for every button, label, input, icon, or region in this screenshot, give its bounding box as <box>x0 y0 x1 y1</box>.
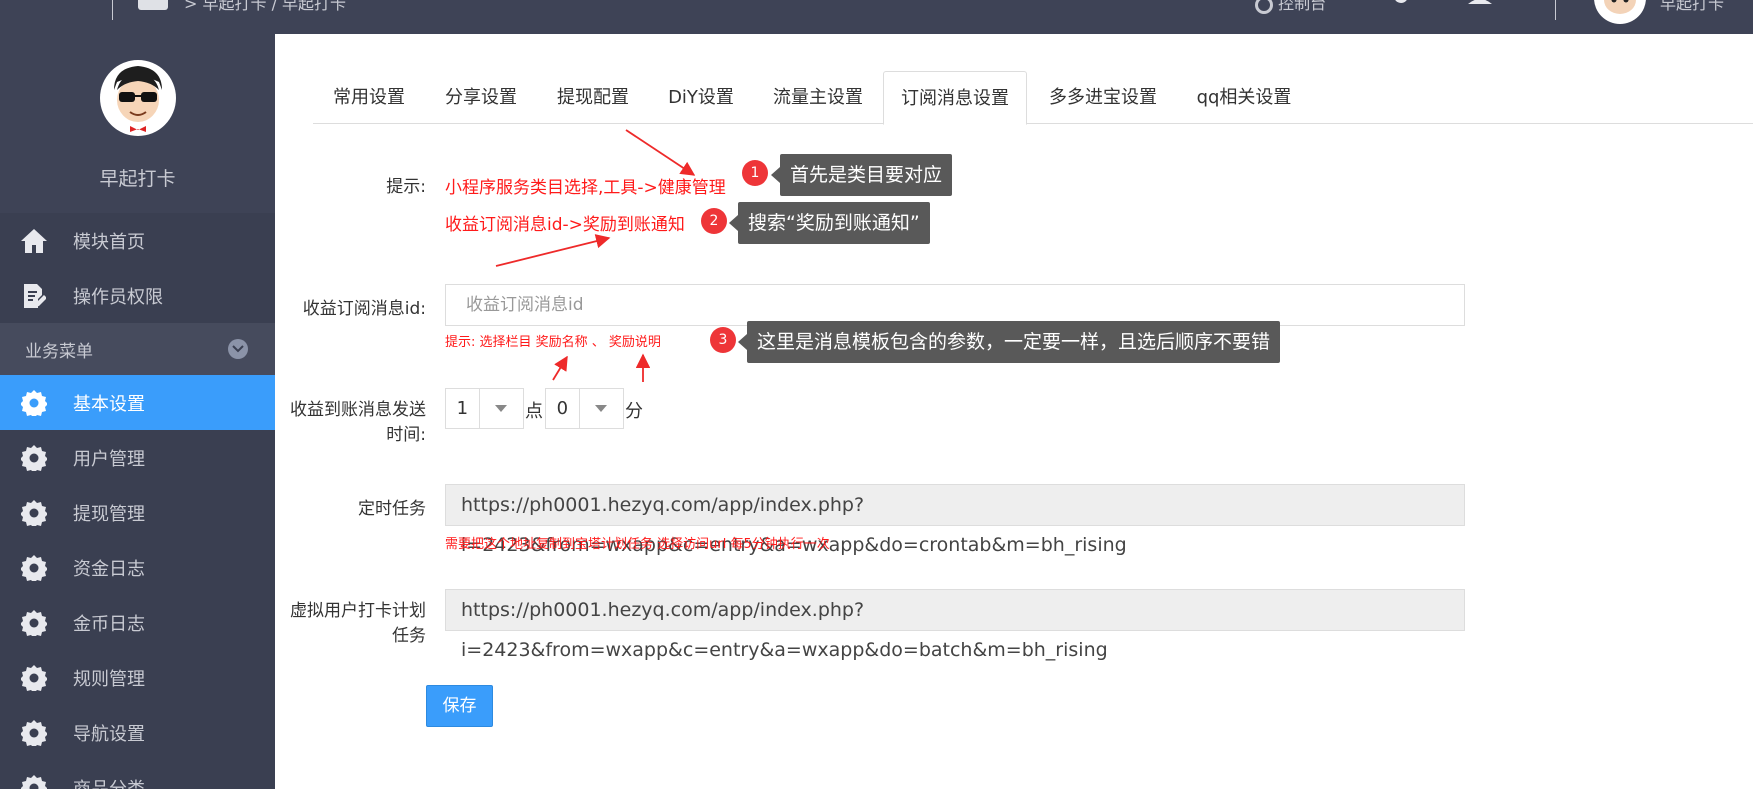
tip-line-2: 收益订阅消息id->奖励到账通知 <box>445 215 685 235</box>
sidebar-item-coin-log[interactable]: 金币日志 <box>0 595 275 650</box>
sidebar-item-label: 基本设置 <box>73 393 145 415</box>
annotation-badge-1: 1 <box>742 160 768 186</box>
tab-qq-settings[interactable]: qq相关设置 <box>1179 71 1309 125</box>
console-label: 控制台 <box>1278 0 1327 13</box>
sidebar-item-label: 操作员权限 <box>73 286 163 308</box>
gear-icon <box>19 443 49 473</box>
sidebar-item-product-category[interactable]: 商品分类 <box>0 760 275 789</box>
annotation-callout-2: 搜索“奖励到账通知” <box>729 202 930 244</box>
tip-label: 提示: <box>386 177 426 197</box>
brand-name: 早起打卡 <box>99 168 176 190</box>
sub-id-hint: 提示: 选择栏目 奖励名称 、 奖励说明 <box>445 335 661 350</box>
tab-traffic-settings[interactable]: 流量主设置 <box>753 71 883 125</box>
sidebar-item-label: 提现管理 <box>73 503 145 525</box>
sidebar-item-label: 金币日志 <box>73 613 145 635</box>
caret-down-icon <box>480 389 523 428</box>
virtual-task-url-field[interactable]: https://ph0001.hezyq.com/app/index.php?i… <box>445 589 1465 661</box>
minute-unit: 分 <box>625 401 643 422</box>
top-bar: > 早起打卡 / 早起打卡 控制台 早起打卡 <box>0 0 1753 34</box>
topbar-divider <box>1555 0 1556 20</box>
tab-diy-settings[interactable]: DiY设置 <box>649 71 753 125</box>
annotation-callout-1: 首先是类目要对应 <box>770 154 953 196</box>
annotation-badge-3: 3 <box>710 327 736 353</box>
console-link[interactable]: 控制台 <box>1255 0 1326 14</box>
gear-icon <box>19 718 49 748</box>
tab-subscribe-message-settings[interactable]: 订阅消息设置 <box>883 71 1027 125</box>
gear-icon <box>19 773 49 789</box>
edit-doc-icon <box>19 281 49 311</box>
cron-url-field[interactable]: https://ph0001.hezyq.com/app/index.php?i… <box>445 484 1465 556</box>
user-menu-icon[interactable] <box>1468 0 1508 14</box>
bell-icon[interactable] <box>1390 0 1424 14</box>
cron-hint: 需要把这个地址复制到宝塔计划任务 选择访问url 每5分钟执行一次 <box>445 537 830 552</box>
sidebar-item-label: 用户管理 <box>73 448 145 470</box>
caret-down-icon <box>580 389 623 428</box>
avatar[interactable] <box>100 60 176 136</box>
sidebar-item-label: 商品分类 <box>73 778 145 789</box>
sub-id-placeholder: 收益订阅消息id <box>466 295 584 315</box>
topbar-divider <box>112 0 113 20</box>
sidebar-item-basic-settings[interactable]: 基本设置 <box>0 375 275 430</box>
gear-icon <box>19 498 49 528</box>
virtual-task-label: 虚拟用户打卡计划任务 <box>290 601 426 646</box>
sidebar-item-label: 导航设置 <box>73 723 145 745</box>
sidebar-section-business-menu[interactable]: 业务菜单 <box>0 323 275 375</box>
user-avatar[interactable] <box>1594 0 1646 24</box>
sidebar-profile: 早起打卡 <box>0 34 275 213</box>
annotation-callout-3: 这里是消息模板包含的参数，一定要一样，且选后顺序不要错 <box>737 321 1281 363</box>
sidebar-item-label: 规则管理 <box>73 668 145 690</box>
hour-value: 1 <box>446 389 480 428</box>
sidebar-item-label: 资金日志 <box>73 558 145 580</box>
dashboard-icon <box>1255 0 1273 14</box>
send-time-label: 收益到账消息发送时间: <box>290 400 426 445</box>
gear-icon <box>19 608 49 638</box>
minute-value: 0 <box>546 389 580 428</box>
section-label: 业务菜单 <box>25 341 93 362</box>
gear-icon <box>19 663 49 693</box>
home-icon <box>19 226 49 256</box>
sidebar-item-fund-log[interactable]: 资金日志 <box>0 540 275 595</box>
minute-select[interactable]: 0 <box>545 388 624 429</box>
main-content: 常用设置 分享设置 提现配置 DiY设置 流量主设置 订阅消息设置 多多进宝设置… <box>275 34 1753 789</box>
hour-select[interactable]: 1 <box>445 388 524 429</box>
gear-icon <box>19 388 49 418</box>
chevron-down-icon[interactable] <box>228 339 248 359</box>
sidebar-item-rule-management[interactable]: 规则管理 <box>0 650 275 705</box>
sub-id-label: 收益订阅消息id: <box>302 299 426 319</box>
hour-unit: 点 <box>525 401 543 422</box>
sidebar-item-nav-settings[interactable]: 导航设置 <box>0 705 275 760</box>
user-name[interactable]: 早起打卡 <box>1660 0 1724 14</box>
breadcrumb: > 早起打卡 / 早起打卡 <box>184 0 347 13</box>
annotation-badge-2: 2 <box>701 208 727 234</box>
tip-line-1: 小程序服务类目选择,工具->健康管理 <box>445 178 726 198</box>
sidebar-item-withdraw-management[interactable]: 提现管理 <box>0 485 275 540</box>
sidebar-item-user-management[interactable]: 用户管理 <box>0 430 275 485</box>
sidebar-item-operator-permissions[interactable]: 操作员权限 <box>0 268 275 323</box>
cron-label: 定时任务 <box>358 499 426 519</box>
sub-id-input[interactable]: 收益订阅消息id <box>445 284 1465 326</box>
tab-common-settings[interactable]: 常用设置 <box>313 71 425 125</box>
sidebar-item-label: 模块首页 <box>73 231 145 253</box>
sidebar-item-home[interactable]: 模块首页 <box>0 213 275 268</box>
tab-duoduo-settings[interactable]: 多多进宝设置 <box>1027 71 1179 125</box>
sidebar: 早起打卡 模块首页 操作员权限 业务菜单 基本设置 用户管理 提现管理 资金日志… <box>0 34 275 789</box>
home-box-icon[interactable] <box>138 0 168 10</box>
tab-share-settings[interactable]: 分享设置 <box>425 71 537 125</box>
gear-icon <box>19 553 49 583</box>
save-button[interactable]: 保存 <box>426 685 493 727</box>
tab-withdraw-config[interactable]: 提现配置 <box>537 71 649 125</box>
settings-tabs: 常用设置 分享设置 提现配置 DiY设置 流量主设置 订阅消息设置 多多进宝设置… <box>313 71 1753 125</box>
